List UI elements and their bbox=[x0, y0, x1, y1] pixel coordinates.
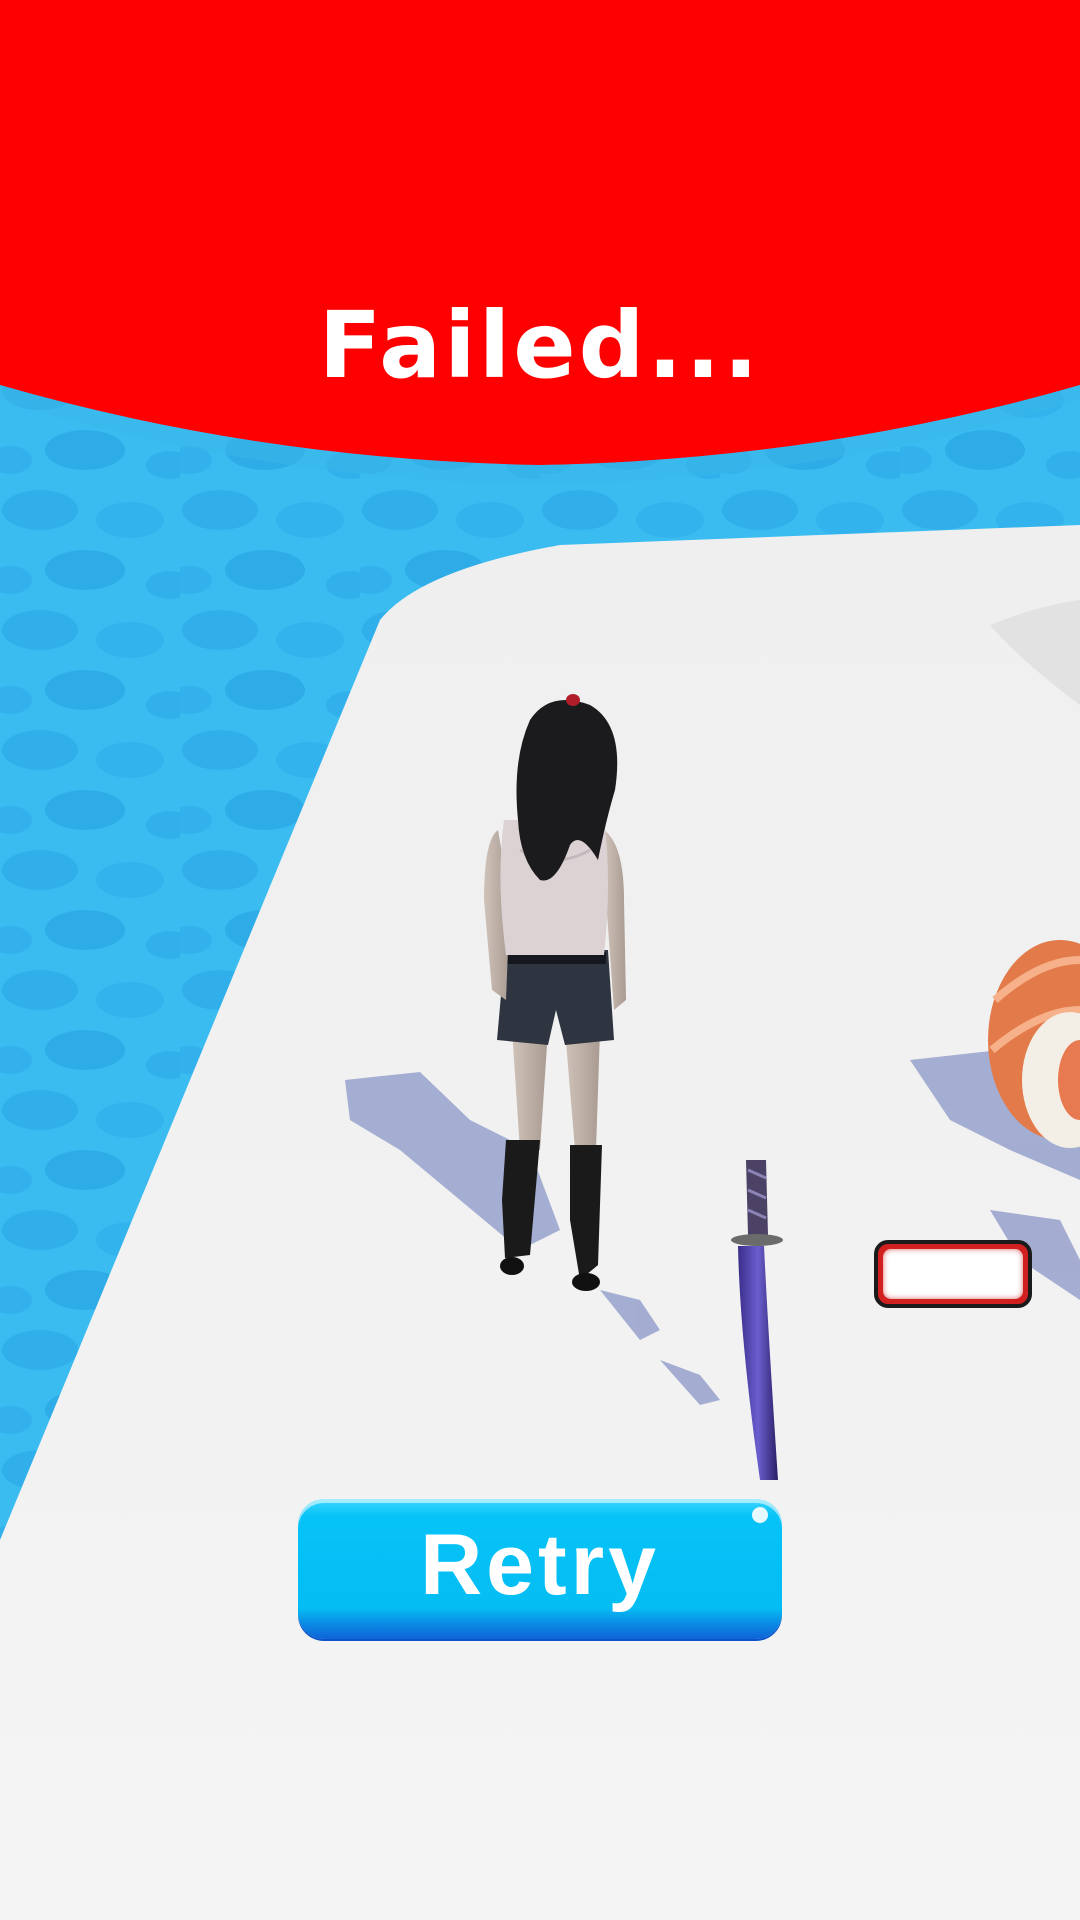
enemy-health-bar bbox=[874, 1240, 1032, 1308]
game-screen: Failed... Retry bbox=[0, 0, 1080, 1920]
failed-title: Failed... bbox=[318, 292, 762, 399]
enemy-health-fill bbox=[883, 1249, 1023, 1299]
button-shine bbox=[752, 1507, 768, 1523]
retry-label: Retry bbox=[420, 1516, 660, 1613]
retry-button[interactable]: Retry bbox=[298, 1499, 782, 1639]
